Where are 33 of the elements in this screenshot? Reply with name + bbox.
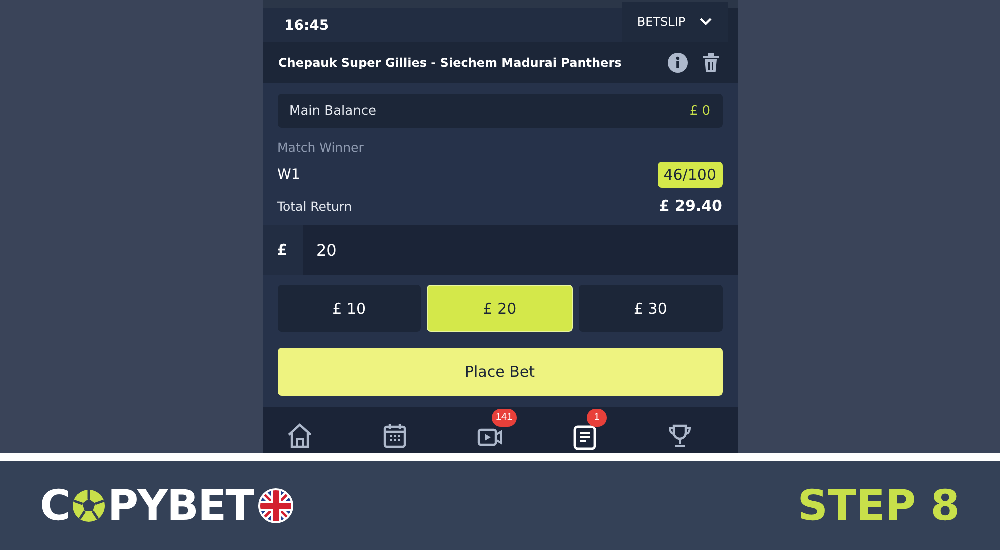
event-name: Chepauk Super Gillies - Siechem Madurai Panthers [278, 56, 623, 70]
market-label: Match Winner [278, 140, 365, 155]
total-return-label: Total Return [278, 198, 352, 214]
count-badge: 1 [587, 409, 607, 427]
betslip-tab[interactable]: BETSLIP [622, 2, 728, 42]
balance-value: £ 0 [690, 104, 710, 118]
trophy-icon [666, 422, 694, 450]
nav-item[interactable]: 141 [476, 409, 524, 450]
info-button[interactable] [668, 52, 688, 72]
stake-button[interactable]: £ 10 [278, 285, 422, 332]
odds-badge: 46/100 [658, 162, 722, 188]
chevron-down-icon [700, 18, 712, 26]
logo-text: C [40, 481, 70, 530]
balance-label: Main Balance [290, 104, 377, 118]
flag-icon [258, 488, 294, 524]
match-time: 16:45 [262, 8, 622, 42]
stake-button[interactable]: £ 30 [578, 285, 723, 332]
selection-label: W1 [278, 167, 300, 183]
stake-field[interactable]: 20 [302, 225, 738, 275]
info-icon [668, 52, 688, 72]
home-icon [286, 422, 314, 450]
trash-icon [702, 52, 720, 72]
calendar-icon [381, 422, 409, 450]
stake-button[interactable]: £ 20 [427, 285, 573, 332]
total-return-value: £ 29.40 [659, 197, 722, 215]
step-label: STEP 8 [798, 481, 960, 530]
currency-label: £ [262, 225, 302, 275]
logo-text: PYBET [108, 481, 254, 530]
delete-button[interactable] [702, 52, 720, 72]
count-badge: 141 [492, 409, 517, 427]
place-bet-button[interactable]: Place Bet [278, 348, 722, 396]
ball-icon [70, 488, 107, 524]
nav-item[interactable]: 1 [571, 409, 619, 450]
